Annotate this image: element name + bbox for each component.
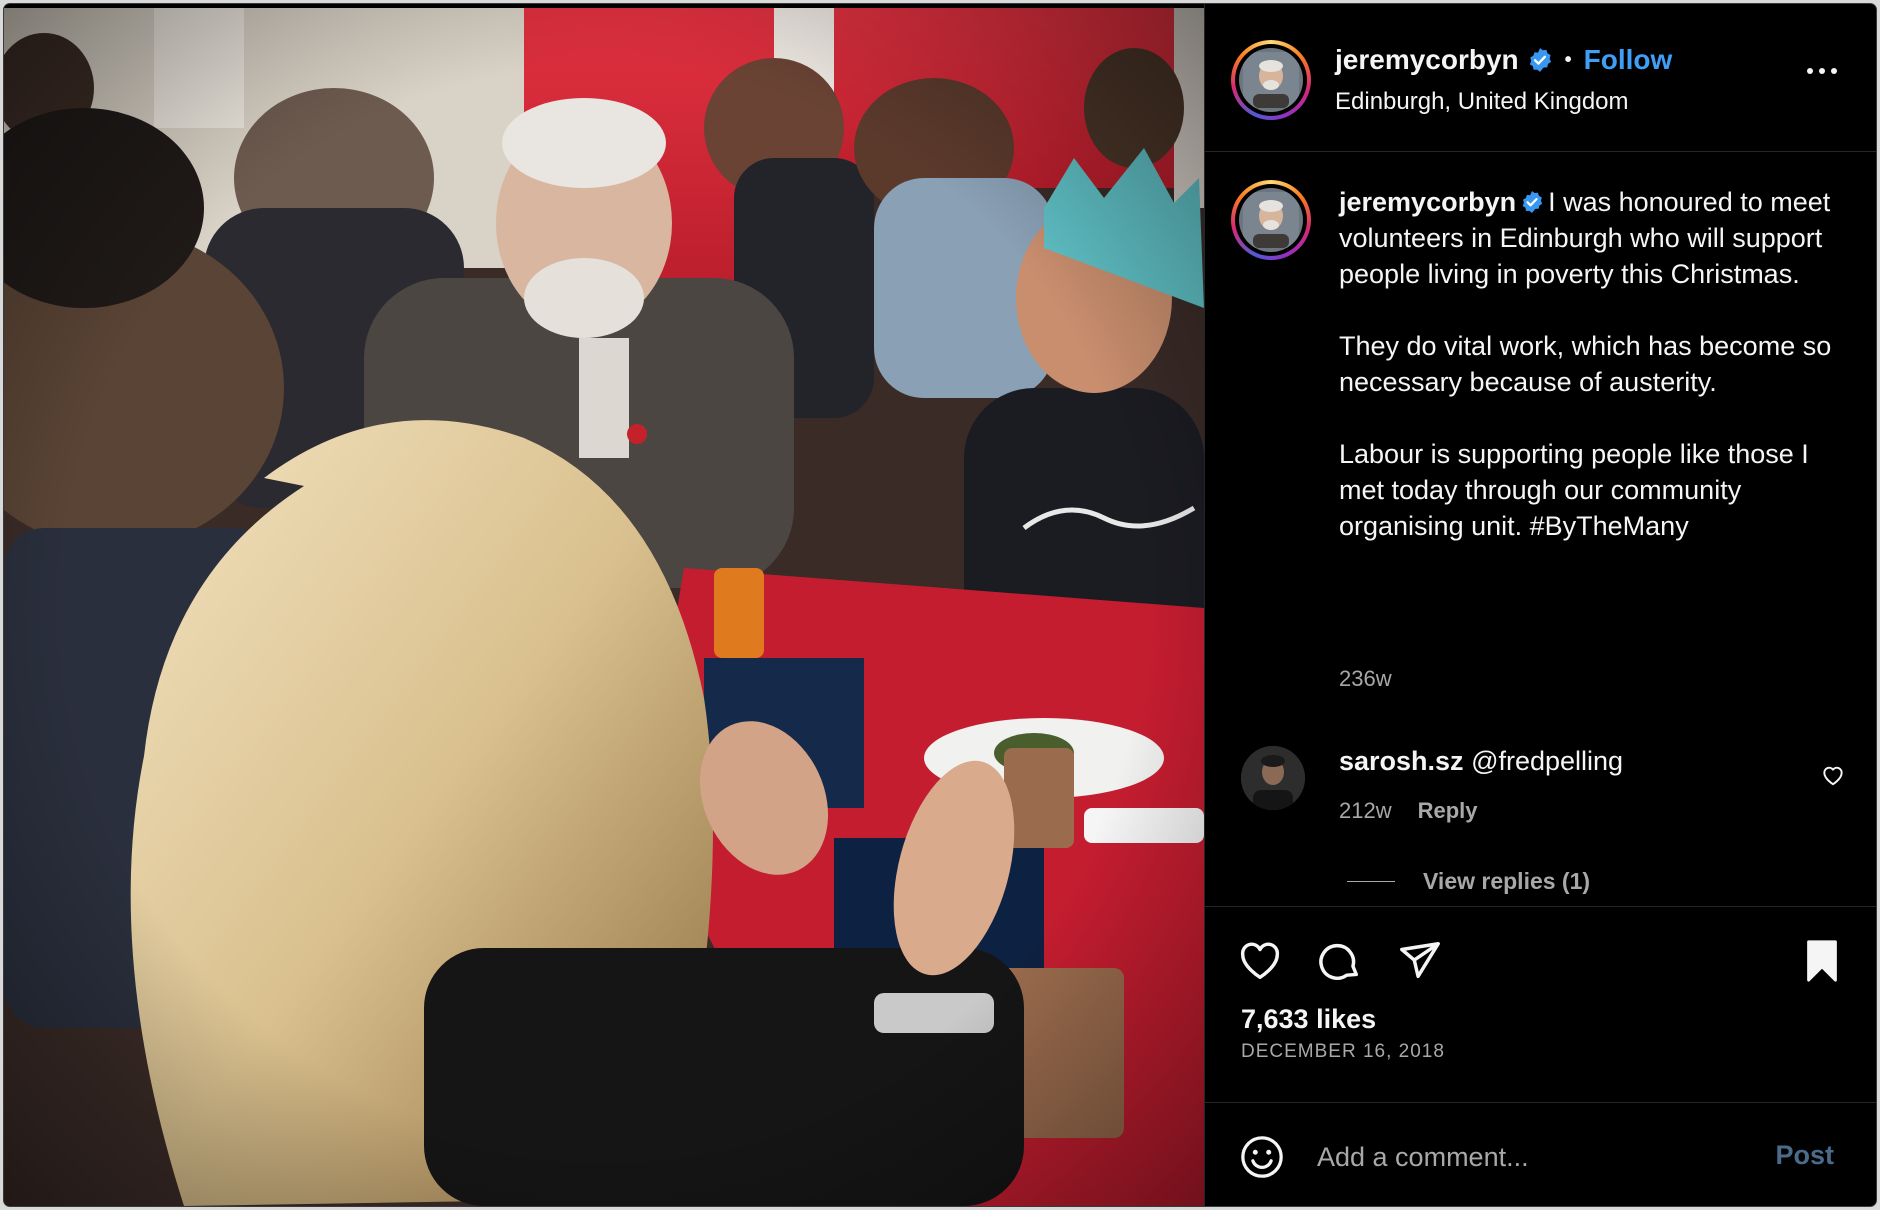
post-side-panel: jeremycorbyn • Follow Edinburgh, United … <box>1204 4 1876 1206</box>
caption-author-avatar[interactable] <box>1231 180 1311 260</box>
comment-mention[interactable]: @fredpelling <box>1471 746 1623 776</box>
author-username[interactable]: jeremycorbyn <box>1335 44 1519 76</box>
caption-paragraph-3: Labour is supporting people like those I… <box>1339 439 1817 541</box>
verified-badge-icon <box>1529 48 1551 72</box>
bookmark-filled-icon[interactable] <box>1799 938 1845 984</box>
comment-meta: 212w Reply <box>1339 798 1478 824</box>
divider <box>1205 1102 1876 1103</box>
separator-dot: • <box>1564 48 1572 71</box>
view-replies-line <box>1347 881 1395 882</box>
author-avatar-image <box>1243 52 1299 108</box>
commenter-avatar-image <box>1241 746 1305 810</box>
add-comment-input[interactable] <box>1317 1136 1757 1178</box>
post-photo-image <box>4 8 1204 1206</box>
instagram-post-window: jeremycorbyn • Follow Edinburgh, United … <box>4 4 1876 1206</box>
commenter-username[interactable]: sarosh.sz <box>1339 746 1464 776</box>
post-caption: jeremycorbyn I was honoured to meet volun… <box>1339 184 1839 544</box>
likes-count[interactable]: 7,633 likes <box>1241 1004 1376 1035</box>
post-date: DECEMBER 16, 2018 <box>1241 1041 1445 1062</box>
caption-username[interactable]: jeremycorbyn <box>1339 187 1516 217</box>
post-photo[interactable] <box>4 8 1204 1206</box>
follow-button[interactable]: Follow <box>1584 44 1673 76</box>
heart-icon[interactable] <box>1237 938 1283 984</box>
commenter-avatar[interactable] <box>1241 746 1305 810</box>
author-avatar[interactable] <box>1231 40 1311 120</box>
comment-timestamp: 212w <box>1339 798 1392 823</box>
view-replies-button[interactable]: View replies (1) <box>1347 868 1590 895</box>
post-comment-button[interactable]: Post <box>1775 1140 1834 1171</box>
comment-bubble-icon[interactable] <box>1317 938 1363 984</box>
caption-avatar-image <box>1243 192 1299 248</box>
post-header: jeremycorbyn • Follow Edinburgh, United … <box>1205 4 1876 152</box>
divider <box>1205 906 1876 907</box>
paper-plane-icon[interactable] <box>1397 938 1443 984</box>
more-horizontal-icon[interactable] <box>1807 68 1837 74</box>
view-replies-label: View replies (1) <box>1423 868 1591 894</box>
comment-text: sarosh.sz @fredpelling <box>1339 746 1623 777</box>
comment-heart-icon[interactable] <box>1820 762 1846 788</box>
caption-timestamp: 236w <box>1339 666 1392 691</box>
smiley-icon[interactable] <box>1239 1134 1285 1180</box>
post-location[interactable]: Edinburgh, United Kingdom <box>1335 88 1629 116</box>
reply-button[interactable]: Reply <box>1418 798 1478 824</box>
caption-paragraph-2: They do vital work, which has become so … <box>1339 331 1839 397</box>
verified-badge-icon <box>1522 191 1543 213</box>
